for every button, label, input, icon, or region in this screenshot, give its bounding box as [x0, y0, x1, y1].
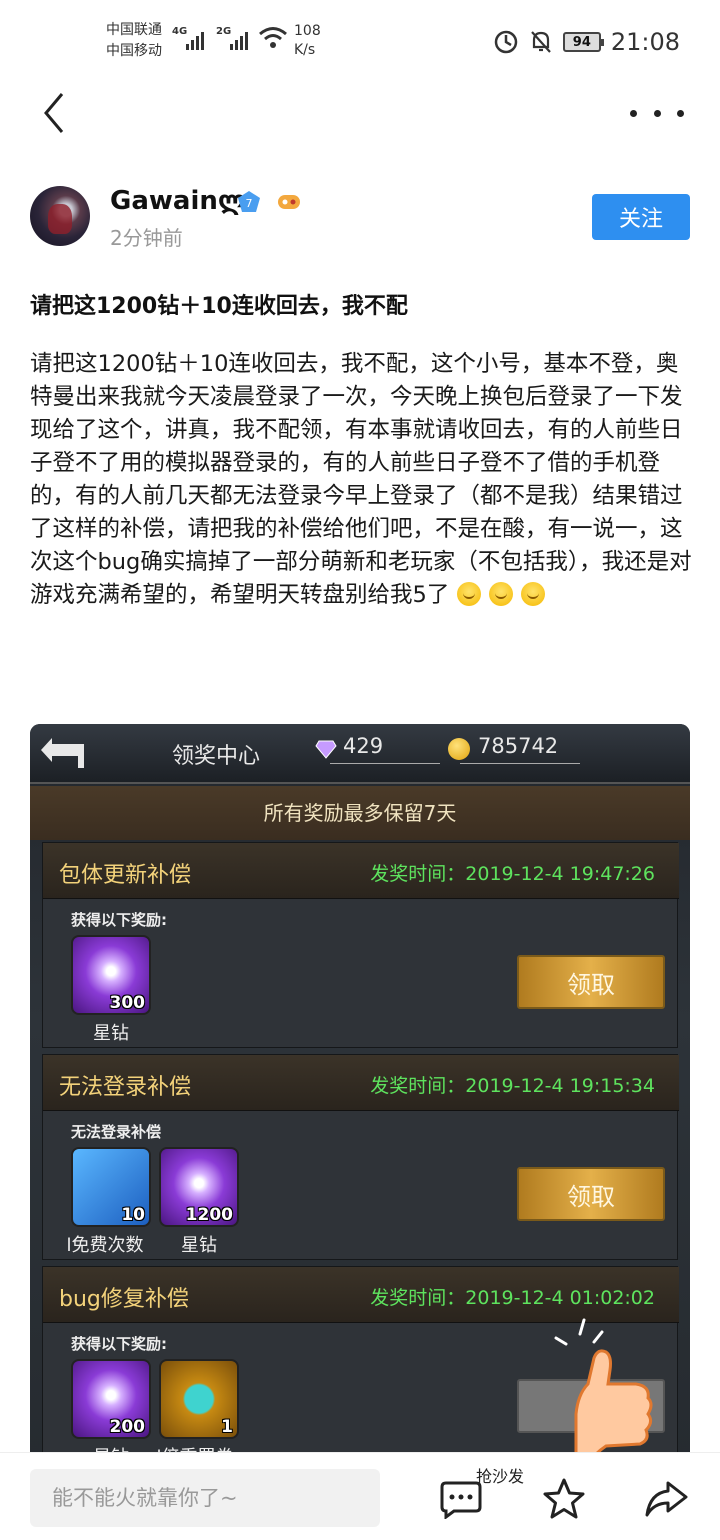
mute-bell-icon — [531, 31, 551, 53]
star-diamond-item-icon: 1200 — [159, 1147, 239, 1227]
speed-unit: K/s — [294, 42, 316, 58]
coin-icon — [448, 738, 470, 760]
item-name: l免费次数 — [66, 1235, 144, 1256]
item-count: 1 — [221, 1417, 233, 1437]
post-body: 请把这1200钻＋10连收回去，我不配，这个小号，基本不登，奥特曼出来我就今天凌… — [30, 348, 695, 612]
claim-button: 领取 — [517, 1167, 665, 1221]
bottom-action-bar: 能不能火就靠你了~ 抢沙发 — [0, 1452, 720, 1540]
follow-button[interactable]: 关注 — [592, 194, 690, 240]
carrier-1: 中国联通 — [106, 22, 162, 38]
reward-card-subtitle: 无法登录补偿 — [71, 1123, 162, 1141]
thumbs-up-icon — [554, 1318, 653, 1464]
game-badge-icon — [278, 195, 300, 209]
network-type-2: 2G — [216, 26, 232, 37]
item-count: 200 — [109, 1417, 146, 1437]
signal-bars-1-icon — [186, 30, 204, 50]
carrier-2: 中国移动 — [106, 43, 162, 59]
reward-card-time: 发奖时间：2019-12-4 19:47:26 — [370, 863, 655, 885]
data-saver-icon — [494, 30, 518, 54]
reward-card-title: 包体更新补偿 — [59, 863, 192, 888]
author-name[interactable]: Gawainლ — [110, 186, 246, 216]
post-title: 请把这1200钻＋10连收回去，我不配 — [30, 294, 408, 319]
reward-card-subtitle: 获得以下奖励: — [71, 911, 167, 929]
gem-count: 429 — [343, 734, 384, 758]
star-diamond-item-icon: 300 — [71, 935, 151, 1015]
share-icon[interactable] — [644, 1479, 688, 1519]
claim-button: 领取 — [517, 955, 665, 1009]
game-header: 领奖中心 429 785742 — [30, 724, 690, 784]
avatar[interactable] — [30, 186, 90, 246]
more-options-icon[interactable] — [630, 98, 684, 128]
network-speed: 108 K/s — [294, 22, 321, 60]
gem-icon — [315, 740, 337, 759]
carrier-info: 中国联通 中国移动 — [106, 20, 162, 62]
smile-emoji-icon — [457, 582, 482, 606]
reward-card: 包体更新补偿 发奖时间：2019-12-4 19:47:26 获得以下奖励: 3… — [42, 842, 679, 1048]
status-time: 21:08 — [610, 28, 680, 56]
reward-card-title: 无法登录补偿 — [59, 1075, 192, 1100]
item-name: 星钻 — [181, 1235, 217, 1256]
reward-card-time: 发奖时间：2019-12-4 01:02:02 — [370, 1287, 655, 1309]
battery-indicator: 94 — [562, 32, 604, 52]
item-count: 1200 — [185, 1205, 233, 1225]
post-time: 2分钟前 — [110, 226, 183, 250]
game-header-title: 领奖中心 — [172, 744, 261, 769]
sofa-label: 抢沙发 — [476, 1467, 525, 1486]
comment-input[interactable]: 能不能火就靠你了~ — [30, 1469, 380, 1527]
speed-value: 108 — [294, 23, 321, 39]
wifi-icon — [259, 27, 287, 48]
game-back-icon — [41, 738, 84, 768]
reward-card-time: 发奖时间：2019-12-4 19:15:34 — [370, 1075, 655, 1097]
network-type-1: 4G — [172, 26, 188, 37]
status-bar: 中国联通 中国移动 4G 2G 108 K/s 94 21:08 — [0, 0, 720, 80]
item-count: 10 — [121, 1205, 145, 1225]
reset-voucher-item-icon: 1 — [159, 1359, 239, 1439]
reward-card-title: bug修复补偿 — [59, 1287, 189, 1312]
favorite-star-icon[interactable] — [542, 1477, 586, 1521]
reward-card: 无法登录补偿 发奖时间：2019-12-4 19:15:34 无法登录补偿 10… — [42, 1054, 679, 1260]
back-arrow-icon[interactable] — [36, 88, 76, 138]
star-diamond-item-icon: 200 — [71, 1359, 151, 1439]
post-image[interactable]: 领奖中心 429 785742 所有奖励最多保留7天 包体更新补偿 发奖时间：2… — [30, 724, 690, 1464]
item-count: 300 — [109, 993, 146, 1013]
signal-bars-2-icon — [230, 30, 248, 50]
reward-card-subtitle: 获得以下奖励: — [71, 1335, 167, 1353]
smile-emoji-icon — [489, 582, 514, 606]
smile-emoji-icon — [521, 582, 546, 606]
free-ticket-item-icon: 10 — [71, 1147, 151, 1227]
verified-badge-icon: 7 — [238, 191, 260, 212]
coin-count: 785742 — [478, 734, 559, 758]
item-name: 星钻 — [93, 1023, 129, 1044]
reward-notice: 所有奖励最多保留7天 — [30, 786, 690, 840]
post-body-text: 请把这1200钻＋10连收回去，我不配，这个小号，基本不登，奥特曼出来我就今天凌… — [30, 351, 692, 608]
verify-level: 7 — [246, 197, 253, 210]
